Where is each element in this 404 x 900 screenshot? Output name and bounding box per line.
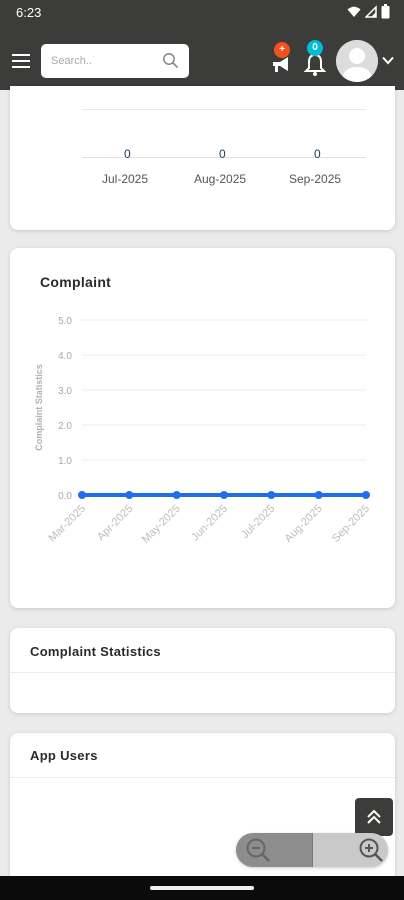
app-header: + 0	[0, 24, 404, 90]
bell-button[interactable]: 0	[302, 40, 328, 78]
home-gesture-pill[interactable]	[150, 886, 254, 890]
data-point	[267, 491, 276, 499]
zoom-out-button[interactable]	[236, 833, 312, 867]
menu-icon[interactable]	[12, 54, 30, 68]
complaint-statistics-card: Complaint Statistics	[10, 628, 395, 713]
y-tick-label: 0.0	[58, 491, 72, 502]
search-box[interactable]	[41, 44, 189, 78]
user-icon	[336, 40, 378, 82]
x-tick-label: Sep-2025	[289, 172, 342, 186]
complaint-chart-card: Complaint 5.0 4.0 3.0 2.0 1.0 0.0 Complaint St…	[10, 248, 395, 608]
x-tick-label: Aug-2025	[194, 172, 247, 186]
data-label: 0	[124, 147, 131, 161]
y-axis-label: Complaint Statistics	[34, 364, 44, 451]
bell-badge: 0	[307, 40, 323, 56]
x-tick-label: Mar-2025	[46, 503, 88, 545]
zoom-in-icon	[359, 838, 383, 862]
status-bar: 6:23	[0, 0, 404, 24]
complaint-line-chart: 5.0 4.0 3.0 2.0 1.0 0.0 Complaint Statistics Ma…	[34, 316, 372, 546]
x-tick-label: Jul-2025	[239, 503, 277, 541]
chevron-down-icon[interactable]	[382, 56, 394, 65]
signal-icon	[365, 4, 377, 18]
data-point	[78, 491, 86, 499]
y-tick-label: 4.0	[58, 351, 72, 362]
search-input[interactable]	[51, 52, 151, 70]
double-chevron-up-icon	[367, 809, 381, 824]
status-time: 6:23	[16, 5, 42, 20]
notification-badge: +	[274, 42, 290, 58]
megaphone-button[interactable]: +	[268, 42, 294, 78]
card-title: App Users	[30, 748, 98, 763]
data-point	[220, 491, 228, 499]
search-icon[interactable]	[162, 52, 179, 69]
bell-icon	[304, 53, 326, 76]
data-label: 0	[219, 147, 226, 161]
data-point	[125, 491, 134, 499]
y-tick-label: 2.0	[58, 421, 72, 432]
x-tick-label: Jul-2025	[102, 172, 149, 186]
y-tick-label: 5.0	[58, 316, 72, 327]
zoom-out-icon	[246, 838, 270, 862]
battery-icon	[381, 4, 390, 19]
system-nav-bar	[0, 876, 404, 900]
x-tick-label: Sep-2025	[330, 503, 372, 545]
status-icons	[347, 4, 390, 19]
x-tick-label: Aug-2025	[283, 503, 325, 545]
data-point	[362, 491, 370, 499]
grid-line	[82, 109, 366, 110]
y-tick-label: 3.0	[58, 386, 72, 397]
zoom-in-button[interactable]	[312, 833, 388, 867]
data-label: 0	[314, 147, 321, 161]
card-title: Complaint Statistics	[30, 644, 161, 659]
monthly-chart-card: 0 0 0 Jul-2025 Aug-2025 Sep-2025	[10, 86, 395, 230]
x-tick-label: Jun-2025	[189, 503, 230, 544]
x-tick-label: Apr-2025	[95, 503, 135, 543]
data-point	[314, 491, 323, 499]
scroll-top-button[interactable]	[355, 798, 393, 836]
y-tick-label: 1.0	[58, 456, 72, 467]
data-point	[172, 491, 181, 499]
zoom-controls	[236, 833, 388, 867]
x-tick-label: May-2025	[140, 503, 183, 546]
avatar[interactable]	[336, 40, 378, 82]
divider	[10, 777, 395, 778]
wifi-icon	[347, 6, 361, 17]
divider	[10, 672, 395, 673]
app-users-card: App Users	[10, 733, 395, 893]
